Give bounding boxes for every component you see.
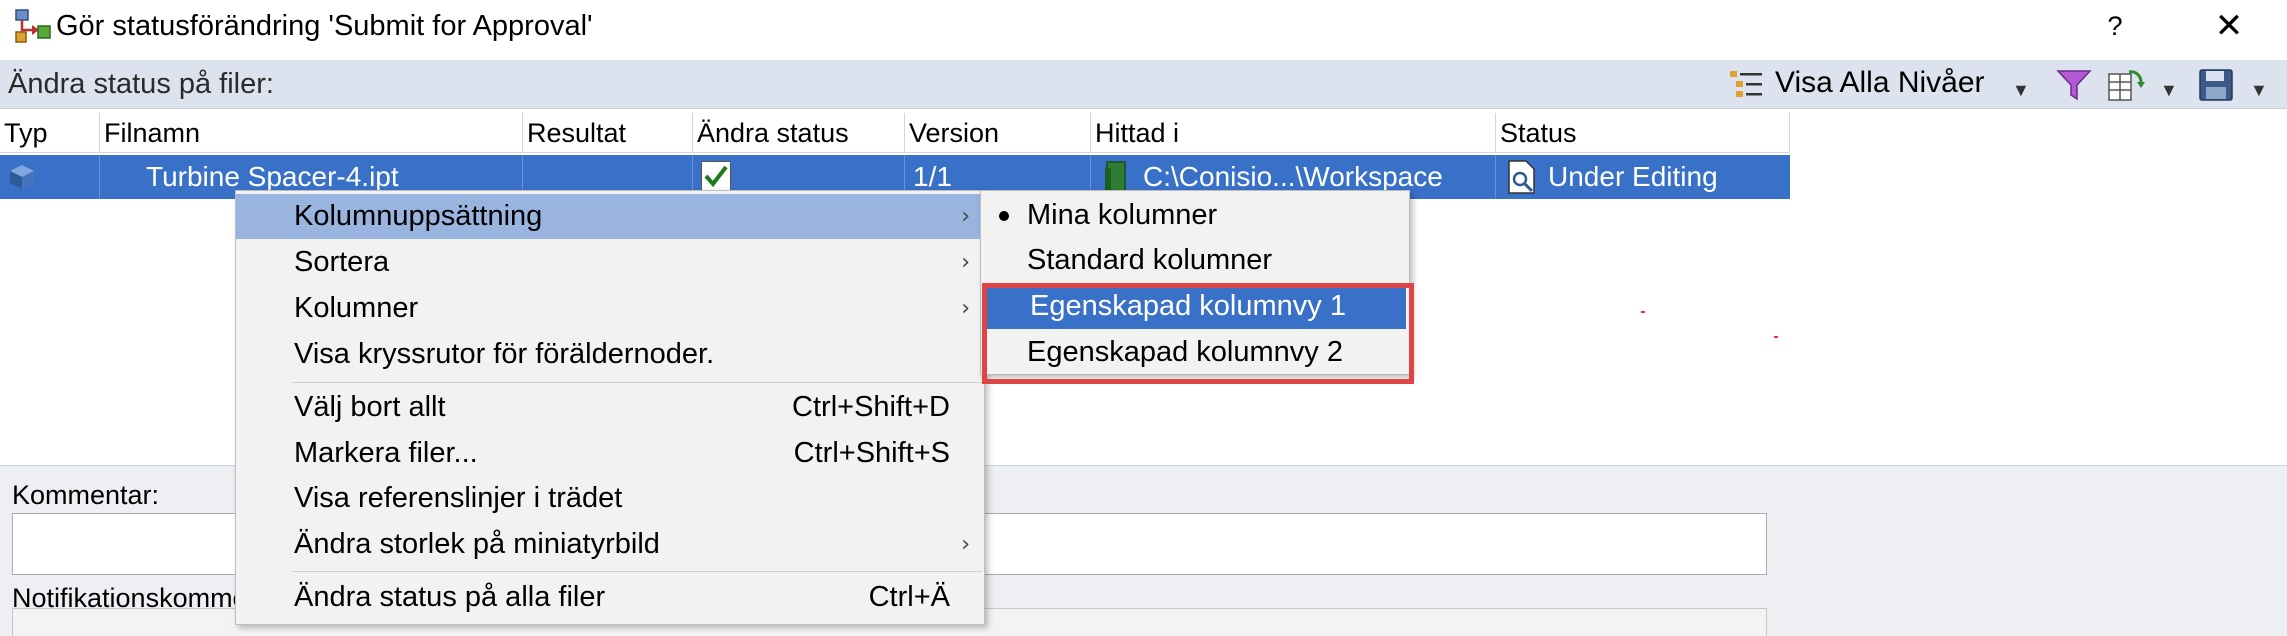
menu-item-label: Sortera: [294, 246, 390, 278]
menu-separator: [292, 571, 982, 572]
save-icon[interactable]: [2198, 68, 2234, 102]
submenu-item-label: Standard kolumner: [1027, 244, 1273, 276]
help-button[interactable]: ?: [2095, 6, 2135, 46]
submenu-arrow-icon: ›: [961, 296, 970, 321]
selected-bullet-icon: [999, 211, 1009, 221]
filter-icon[interactable]: [2055, 68, 2093, 102]
part-icon: [10, 165, 34, 189]
menu-item-deselect-all[interactable]: Välj bort allt Ctrl+Shift+D: [236, 385, 984, 430]
red-mark: [1774, 336, 1778, 338]
menu-item-sort[interactable]: Sortera ›: [236, 240, 984, 285]
red-mark: [1641, 311, 1645, 313]
column-refresh-icon[interactable]: [2107, 68, 2149, 102]
menu-separator: [292, 382, 982, 383]
column-header-change-status[interactable]: Ändra status: [693, 113, 905, 153]
column-header-status[interactable]: Status: [1496, 113, 1790, 153]
submenu-arrow-icon: ›: [961, 204, 970, 229]
menu-item-label: Markera filer...: [294, 437, 478, 469]
menu-item-change-status-all[interactable]: Ändra status på alla filer Ctrl+Ä: [236, 575, 984, 620]
change-status-checkbox[interactable]: [701, 161, 731, 191]
window-title: Gör statusförändring 'Submit for Approva…: [56, 10, 593, 42]
status-cell: Under Editing: [1496, 155, 1790, 199]
menu-item-label: Ändra storlek på miniatyrbild: [294, 528, 660, 560]
checkmark-icon: [704, 165, 728, 188]
submenu-item-my-columns[interactable]: Mina kolumner: [981, 193, 1409, 238]
submenu-arrow-icon: ›: [961, 250, 970, 275]
levels-dropdown-caret[interactable]: ▼: [2012, 80, 2030, 100]
type-cell: [0, 155, 100, 199]
title-bar: Gör statusförändring 'Submit for Approva…: [0, 0, 2287, 56]
submenu-item-label: Mina kolumner: [1027, 199, 1218, 231]
column-header-version[interactable]: Version: [905, 113, 1091, 153]
menu-item-label: Ändra status på alla filer: [294, 581, 606, 613]
column-header-filename[interactable]: Filnamn: [100, 113, 523, 153]
submenu-arrow-icon: ›: [961, 532, 970, 557]
menu-item-show-reference-lines[interactable]: Visa referenslinjer i trädet: [236, 476, 984, 521]
workflow-icon: [15, 9, 51, 43]
toolbar: Ändra status på filer: Visa Alla Nivåer …: [0, 60, 2287, 109]
menu-item-shortcut: Ctrl+Shift+S: [793, 437, 950, 469]
context-menu: Kolumnuppsättning › Sortera › Kolumner ›…: [235, 190, 985, 625]
menu-item-label: Kolumner: [294, 292, 419, 324]
found-in-text: C:\Conisio...\Workspace: [1143, 161, 1443, 192]
menu-item-shortcut: Ctrl+Ä: [868, 581, 950, 613]
columns-dropdown-caret[interactable]: ▼: [2160, 80, 2178, 100]
status-change-dialog: Gör statusförändring 'Submit for Approva…: [0, 0, 2287, 636]
submenu-item-standard-columns[interactable]: Standard kolumner: [981, 238, 1409, 283]
menu-item-label: Visa kryssrutor för föräldernoder.: [294, 338, 715, 370]
menu-item-label: Kolumnuppsättning: [294, 200, 543, 232]
column-header-type[interactable]: Typ: [0, 113, 100, 153]
menu-item-label: Välj bort allt: [294, 391, 446, 423]
status-text: Under Editing: [1548, 161, 1718, 192]
highlight-frame: [982, 283, 1414, 384]
column-header-result[interactable]: Resultat: [523, 113, 693, 153]
grid-header: Typ Filnamn Resultat Ändra status Versio…: [0, 113, 1790, 153]
levels-icon[interactable]: [1728, 68, 1766, 100]
menu-item-columns[interactable]: Kolumner ›: [236, 286, 984, 331]
menu-item-show-parent-checkboxes[interactable]: Visa kryssrutor för föräldernoder.: [236, 332, 984, 377]
toolbar-label: Ändra status på filer:: [8, 68, 274, 100]
show-all-levels-button[interactable]: Visa Alla Nivåer: [1775, 65, 1985, 101]
menu-item-thumbnail-size[interactable]: Ändra storlek på miniatyrbild ›: [236, 522, 984, 567]
menu-item-column-setup[interactable]: Kolumnuppsättning ›: [236, 194, 984, 239]
menu-item-shortcut: Ctrl+Shift+D: [792, 391, 950, 423]
column-header-found-in[interactable]: Hittad i: [1091, 113, 1496, 153]
close-button[interactable]: ✕: [2205, 6, 2253, 46]
comment-label: Kommentar:: [12, 480, 160, 510]
menu-item-label: Visa referenslinjer i trädet: [294, 482, 623, 514]
save-dropdown-caret[interactable]: ▼: [2250, 80, 2268, 100]
menu-item-select-files[interactable]: Markera filer... Ctrl+Shift+S: [236, 431, 984, 476]
edit-document-icon: [1508, 160, 1535, 194]
vault-folder-icon: [1105, 161, 1126, 193]
